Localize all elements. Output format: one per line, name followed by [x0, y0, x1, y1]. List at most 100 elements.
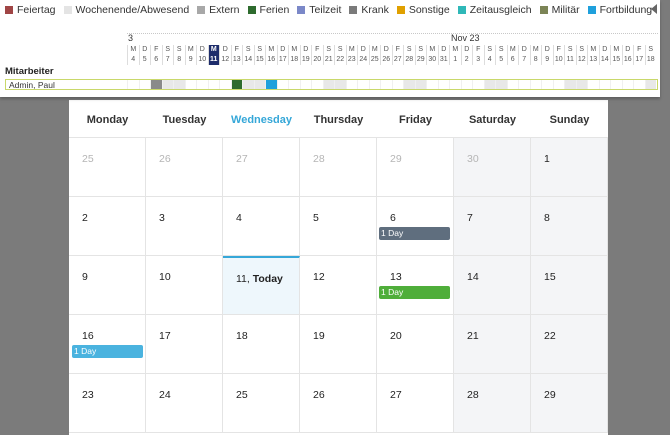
day-cell[interactable] — [184, 80, 197, 89]
calendar-day[interactable]: 30 — [454, 138, 531, 197]
calendar-day[interactable]: 24 — [146, 374, 223, 433]
timeline-day: M 11 — [207, 45, 219, 65]
day-cell[interactable] — [541, 80, 553, 89]
day-cell[interactable] — [230, 80, 242, 89]
day-letter: S — [337, 46, 343, 53]
day-cell[interactable] — [552, 80, 565, 89]
legend-item: Fortbildung — [587, 4, 652, 16]
day-letter: S — [176, 46, 182, 53]
calendar-day[interactable]: 15 — [531, 256, 608, 315]
calendar-day[interactable]: 14 — [454, 256, 531, 315]
day-cell[interactable] — [633, 80, 645, 89]
calendar-day[interactable]: 21 — [454, 315, 531, 374]
day-cell[interactable] — [506, 80, 519, 89]
day-cell[interactable] — [472, 80, 484, 89]
calendar-day[interactable]: 3 — [146, 197, 223, 256]
day-cell[interactable] — [598, 80, 611, 89]
day-cell[interactable] — [368, 80, 381, 89]
calendar-day[interactable]: 10 — [146, 256, 223, 315]
day-cell[interactable] — [460, 80, 473, 89]
calendar-day[interactable]: 23 — [69, 374, 146, 433]
calendar-day[interactable]: 11, Today — [223, 256, 300, 315]
day-cell[interactable] — [518, 80, 530, 89]
day-cell[interactable] — [334, 80, 346, 89]
day-cell[interactable] — [276, 80, 289, 89]
calendar-day[interactable]: 28 — [454, 374, 531, 433]
day-cell[interactable] — [207, 80, 220, 89]
calendar-day[interactable]: 22 — [531, 315, 608, 374]
event-bar[interactable]: 1 Day — [379, 227, 450, 240]
day-cell[interactable] — [311, 80, 323, 89]
day-number: 25 — [236, 389, 248, 401]
day-cell[interactable] — [150, 80, 162, 89]
calendar-day[interactable]: 25 — [69, 138, 146, 197]
timeline-day: D2 — [460, 45, 473, 65]
day-cell[interactable] — [483, 80, 495, 89]
day-letter: F — [154, 46, 159, 53]
day-cell[interactable] — [196, 80, 208, 89]
calendar-day[interactable]: 4 — [223, 197, 300, 256]
day-letter: D — [602, 46, 608, 53]
day-cell[interactable] — [288, 80, 300, 89]
day-cell[interactable] — [299, 80, 312, 89]
calendar-day[interactable]: 9 — [69, 256, 146, 315]
day-cell[interactable] — [253, 80, 265, 89]
day-cell[interactable] — [437, 80, 450, 89]
calendar-day[interactable]: 29 — [377, 138, 454, 197]
day-cell[interactable] — [449, 80, 461, 89]
collapse-arrow-icon[interactable] — [651, 4, 657, 14]
day-cell[interactable] — [357, 80, 369, 89]
day-cell[interactable] — [219, 80, 231, 89]
timeline-day: S 29 — [414, 45, 427, 65]
day-cell[interactable] — [403, 80, 415, 89]
day-number: 2 — [464, 56, 469, 63]
calendar-day[interactable]: 27 — [377, 374, 454, 433]
day-cell[interactable] — [138, 80, 151, 89]
day-cell[interactable] — [173, 80, 185, 89]
day-cell[interactable] — [426, 80, 438, 89]
day-cell[interactable] — [529, 80, 542, 89]
calendar-day[interactable]: 1 — [531, 138, 608, 197]
calendar-day[interactable]: 17 — [146, 315, 223, 374]
employee-row[interactable]: Admin, Paul — [5, 79, 658, 90]
day-cell[interactable] — [610, 80, 622, 89]
calendar-day[interactable]: 25 — [223, 374, 300, 433]
day-number: 5 — [142, 56, 147, 63]
day-cell[interactable] — [265, 80, 277, 89]
day-cell[interactable] — [414, 80, 426, 89]
calendar-day[interactable]: 5 — [300, 197, 377, 256]
legend-item: Feiertag — [5, 4, 56, 16]
event-bar[interactable]: 1 Day — [72, 345, 143, 358]
calendar-day[interactable]: 2 — [69, 197, 146, 256]
day-letter: M — [590, 46, 597, 53]
calendar-day[interactable]: 28 — [300, 138, 377, 197]
calendar-day[interactable]: 26 — [300, 374, 377, 433]
day-cell[interactable] — [161, 80, 173, 89]
day-letter: S — [165, 46, 171, 53]
day-cell[interactable] — [391, 80, 404, 89]
day-cell[interactable] — [564, 80, 576, 89]
day-cell[interactable] — [322, 80, 334, 89]
calendar-day[interactable]: 29 — [531, 374, 608, 433]
calendar-day[interactable]: 12 — [300, 256, 377, 315]
day-number: 11 — [566, 56, 574, 63]
day-cell[interactable] — [644, 80, 656, 89]
day-cell[interactable] — [621, 80, 634, 89]
today-label: 11, Today — [236, 273, 283, 285]
day-cell[interactable] — [575, 80, 587, 89]
calendar-day[interactable]: 7 — [454, 197, 531, 256]
calendar-day[interactable]: 8 — [531, 197, 608, 256]
day-cell[interactable] — [345, 80, 358, 89]
day-cell[interactable] — [127, 80, 139, 89]
day-cell[interactable] — [587, 80, 599, 89]
event-bar[interactable]: 1 Day — [379, 286, 450, 299]
calendar-day[interactable]: 20 — [377, 315, 454, 374]
day-number: 10 — [159, 271, 171, 283]
calendar-day[interactable]: 18 — [223, 315, 300, 374]
day-cell[interactable] — [242, 80, 254, 89]
calendar-day[interactable]: 19 — [300, 315, 377, 374]
calendar-day[interactable]: 27 — [223, 138, 300, 197]
day-cell[interactable] — [495, 80, 507, 89]
calendar-day[interactable]: 26 — [146, 138, 223, 197]
day-cell[interactable] — [380, 80, 392, 89]
